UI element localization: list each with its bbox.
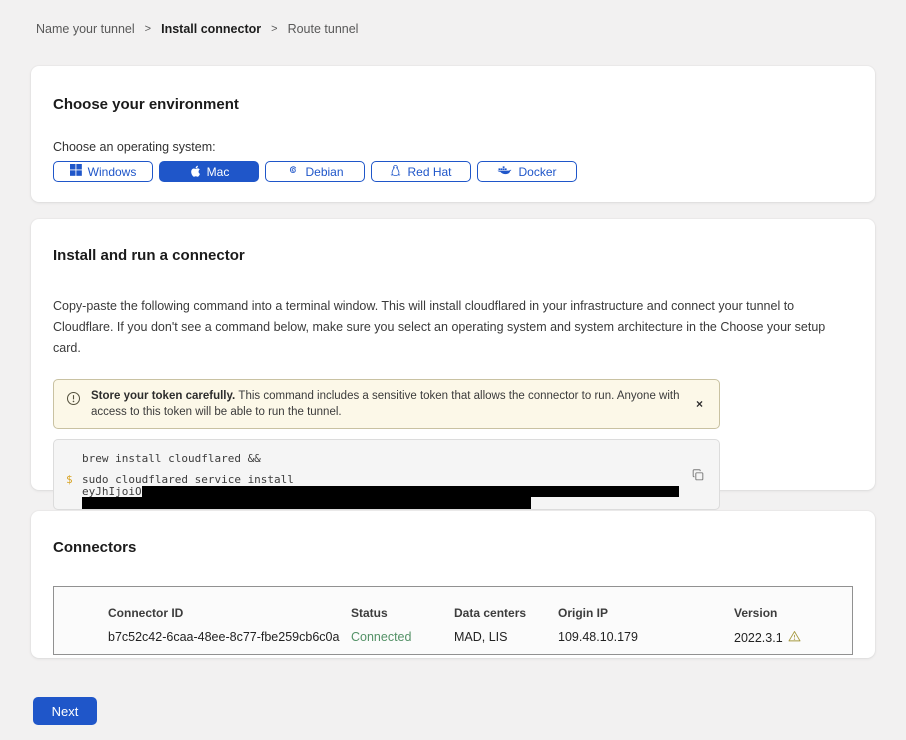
close-icon[interactable]: ×	[692, 394, 707, 414]
os-button-label: Docker	[518, 165, 556, 179]
code-line-brew: brew install cloudflared &&	[82, 452, 719, 465]
breadcrumb-route-tunnel[interactable]: Route tunnel	[288, 22, 359, 36]
docker-icon	[497, 165, 512, 179]
next-button[interactable]: Next	[33, 697, 97, 725]
os-button-label: Debian	[305, 165, 343, 179]
token-line	[82, 497, 719, 509]
os-button-redhat[interactable]: Red Hat	[371, 161, 471, 182]
warning-triangle-icon	[788, 630, 801, 645]
os-button-label: Mac	[207, 165, 230, 179]
install-command-code-block: brew install cloudflared && $ sudo cloud…	[53, 439, 720, 510]
token-warning-banner: Store your token carefully. This command…	[53, 379, 720, 429]
os-button-windows[interactable]: Windows	[53, 161, 153, 182]
table-header-row: Connector ID Status Data centers Origin …	[108, 606, 852, 620]
token-line: eyJhIjoiO	[82, 486, 719, 497]
install-connector-description: Copy-paste the following command into a …	[53, 296, 849, 359]
os-button-row: Windows Mac Debian Red Hat Docker	[53, 161, 853, 182]
os-button-docker[interactable]: Docker	[477, 161, 577, 182]
choose-environment-title: Choose your environment	[53, 96, 853, 113]
redaction-bar	[82, 497, 531, 509]
status-badge: Connected	[351, 630, 454, 645]
token-warning-title: Store your token carefully.	[91, 390, 238, 402]
install-connector-title: Install and run a connector	[53, 247, 853, 264]
breadcrumb-separator: >	[145, 23, 151, 35]
os-button-label: Windows	[88, 165, 137, 179]
connectors-table: Connector ID Status Data centers Origin …	[53, 586, 853, 655]
choose-environment-card: Choose your environment Choose an operat…	[31, 66, 875, 202]
token-prefix: eyJhIjoiO	[82, 486, 142, 497]
col-header-data-centers: Data centers	[454, 606, 558, 620]
version-value: 2022.3.1	[734, 631, 783, 645]
col-header-version: Version	[734, 606, 852, 620]
install-connector-card: Install and run a connector Copy-paste t…	[31, 219, 875, 490]
cell-data-centers: MAD, LIS	[454, 630, 558, 645]
col-header-connector-id: Connector ID	[108, 606, 351, 620]
os-button-debian[interactable]: Debian	[265, 161, 365, 182]
os-button-mac[interactable]: Mac	[159, 161, 259, 182]
breadcrumb-install-connector[interactable]: Install connector	[161, 22, 261, 36]
debian-icon	[286, 164, 299, 180]
redhat-icon	[390, 164, 401, 180]
connectors-card: Connectors Connector ID Status Data cent…	[31, 511, 875, 658]
token-warning-text: Store your token carefully. This command…	[91, 388, 682, 420]
code-line-sudo: sudo cloudflared service install	[82, 473, 719, 486]
cell-connector-id: b7c52c42-6caa-48ee-8c77-fbe259cb6c0a	[108, 630, 351, 645]
breadcrumb-name-your-tunnel[interactable]: Name your tunnel	[36, 22, 135, 36]
apple-icon	[189, 164, 201, 180]
breadcrumb: Name your tunnel > Install connector > R…	[36, 22, 358, 36]
cell-origin-ip: 109.48.10.179	[558, 630, 734, 645]
windows-icon	[70, 164, 82, 179]
redaction-bar	[142, 486, 679, 497]
col-header-origin-ip: Origin IP	[558, 606, 734, 620]
cell-version: 2022.3.1	[734, 630, 852, 645]
col-header-status: Status	[351, 606, 454, 620]
os-button-label: Red Hat	[407, 165, 451, 179]
table-row: b7c52c42-6caa-48ee-8c77-fbe259cb6c0a Con…	[108, 630, 852, 645]
connectors-title: Connectors	[53, 539, 853, 556]
shell-prompt: $	[66, 473, 73, 486]
os-select-label: Choose an operating system:	[53, 140, 853, 154]
info-circle-icon	[66, 391, 81, 411]
breadcrumb-separator: >	[271, 23, 277, 35]
copy-icon[interactable]	[689, 466, 707, 487]
